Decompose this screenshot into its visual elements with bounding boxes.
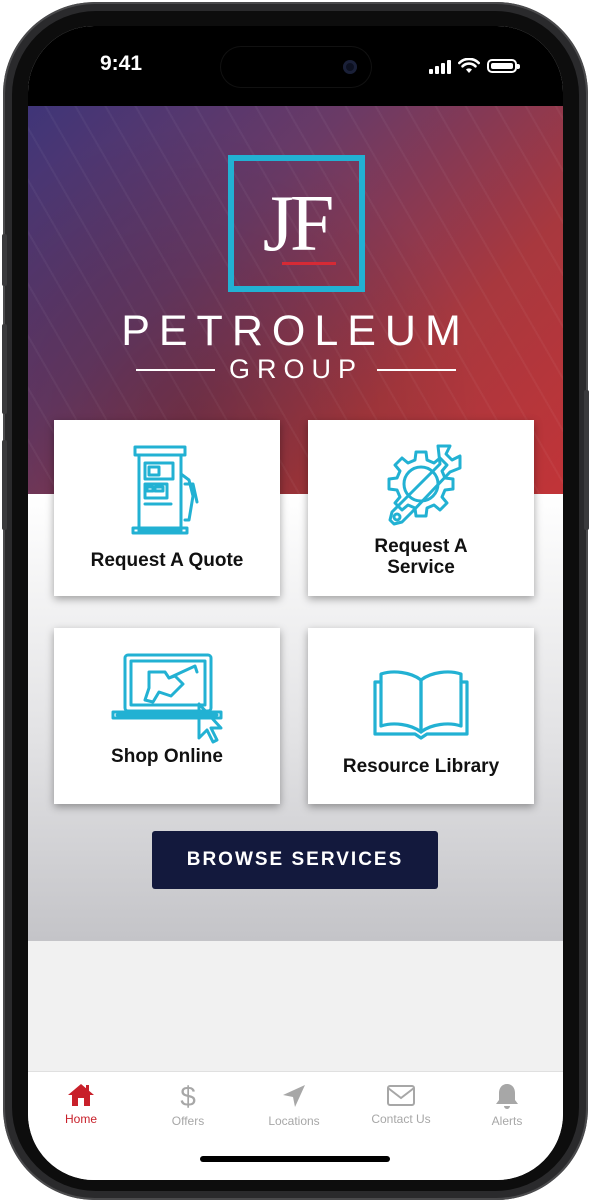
tab-label: Alerts <box>491 1114 523 1128</box>
browse-services-button[interactable]: BROWSE SERVICES <box>152 831 438 889</box>
tab-label: Home <box>64 1112 97 1126</box>
status-time: 9:41 <box>100 52 143 75</box>
shop-online-tile[interactable]: Shop Online <box>54 628 280 804</box>
tab-home[interactable]: Home <box>36 1082 126 1126</box>
request-service-tile[interactable]: Request A Service <box>308 420 534 596</box>
tab-locations[interactable]: Locations <box>249 1082 339 1128</box>
tab-label: Offers <box>171 1114 205 1128</box>
brand-subtitle-row: GROUP <box>136 354 457 385</box>
status-icons <box>429 56 520 76</box>
volume-up-button <box>2 324 7 414</box>
home-indicator <box>200 1156 390 1162</box>
camera-icon <box>343 60 357 74</box>
tile-label: Shop Online <box>111 746 223 767</box>
home-icon <box>68 1084 94 1106</box>
svg-text:$: $ <box>180 1082 196 1110</box>
dynamic-island <box>221 47 371 87</box>
app-screen: 9:41 JF PETROLEUM GROUP Request A Quote … <box>28 26 563 1180</box>
empty-area <box>28 941 563 1071</box>
resource-library-tile[interactable]: Resource Library <box>308 628 534 804</box>
divider-line <box>377 368 457 371</box>
tab-label: Contact Us <box>371 1112 431 1126</box>
tab-alerts[interactable]: Alerts <box>462 1082 552 1128</box>
silent-switch <box>2 234 7 286</box>
wifi-icon <box>458 58 480 73</box>
tab-offers[interactable]: $ Offers <box>143 1082 233 1128</box>
brand-name: PETROLEUM <box>121 307 470 355</box>
divider-line <box>136 368 215 371</box>
status-bar: 9:41 <box>28 26 563 106</box>
dollar-icon: $ <box>180 1082 196 1110</box>
tile-label: Request A Service <box>374 536 468 578</box>
fuel-pump-icon <box>131 445 199 535</box>
laptop-fuel-nozzle-icon <box>111 653 223 744</box>
power-button <box>584 390 589 530</box>
volume-down-button <box>2 440 7 530</box>
tile-label: Request A Quote <box>90 550 244 571</box>
signal-icon <box>429 59 451 74</box>
tile-label: Resource Library <box>342 756 500 777</box>
location-arrow-icon <box>283 1085 305 1107</box>
brand-subtitle: GROUP <box>229 354 364 384</box>
bottom-tab-bar: Home $ Offers Locations Contact Us Alert… <box>28 1071 563 1180</box>
battery-icon <box>487 59 520 73</box>
tab-label: Locations <box>268 1114 320 1128</box>
request-quote-tile[interactable]: Request A Quote <box>54 420 280 596</box>
open-book-icon <box>373 670 469 740</box>
tab-contact-us[interactable]: Contact Us <box>356 1082 446 1126</box>
jf-logo: JF <box>228 155 365 292</box>
envelope-icon <box>387 1085 415 1106</box>
bell-icon <box>496 1084 518 1109</box>
logo-initials: JF <box>262 179 335 268</box>
gear-wrench-icon <box>387 444 462 526</box>
logo-underline <box>282 262 336 265</box>
